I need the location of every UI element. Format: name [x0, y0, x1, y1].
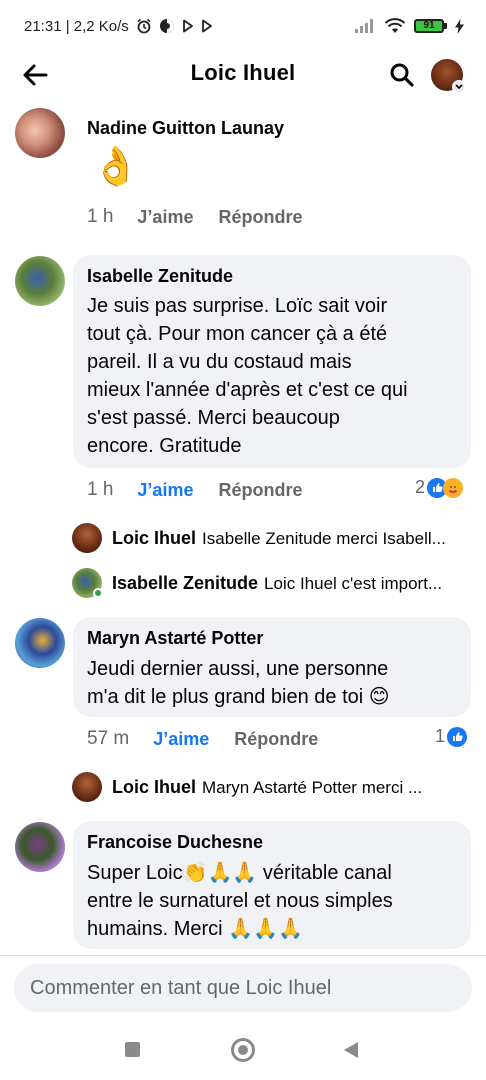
- like-reaction-icon: [447, 726, 468, 747]
- reaction-summary[interactable]: 1: [435, 726, 468, 747]
- avatar[interactable]: [15, 618, 65, 668]
- comment-time[interactable]: 1 h: [87, 479, 113, 501]
- comment-line: encore. Gratitude: [87, 435, 242, 457]
- comment-actions: 1 h J’aime Répondre: [87, 479, 302, 501]
- wifi-icon: [384, 18, 406, 34]
- comment-actions: 1 h J’aime Répondre: [87, 206, 302, 228]
- comment-author[interactable]: Francoise Duchesne: [87, 832, 263, 853]
- reply-button[interactable]: Répondre: [218, 480, 302, 501]
- ok-hand-emoji: 👌: [92, 146, 140, 188]
- recents-icon[interactable]: [125, 1042, 140, 1057]
- reply-author[interactable]: Loic Ihuel: [112, 777, 196, 798]
- comment-author[interactable]: Nadine Guitton Launay: [87, 118, 284, 139]
- home-icon[interactable]: [231, 1038, 255, 1062]
- status-time-speed: 21:31 | 2,2 Ko/s: [24, 17, 129, 35]
- comment-input[interactable]: Commenter en tant que Loic Ihuel: [14, 964, 472, 1012]
- comment-line: m'a dit le plus grand bien de toi 😊: [87, 686, 390, 708]
- comment-line: tout çà. Pour mon cancer çà a été: [87, 323, 388, 345]
- reply-button[interactable]: Répondre: [234, 729, 318, 750]
- comment-line: humains. Merci 🙏🙏🙏: [87, 918, 303, 940]
- status-bar: 21:31 | 2,2 Ko/s 91: [0, 0, 486, 52]
- reply-text: Maryn Astarté Potter merci ...: [202, 777, 423, 797]
- reply-preview[interactable]: Loic Ihuel Isabelle Zenitude merci Isabe…: [112, 528, 446, 549]
- comment-line: entre le surnaturel et nous simples: [87, 890, 393, 912]
- battery-level: 91: [414, 19, 444, 33]
- comment-text: Je suis pas surprise. Loïc sait voir tou…: [87, 292, 408, 460]
- reaction-summary[interactable]: 2: [415, 477, 464, 498]
- care-reaction-icon: [443, 477, 464, 498]
- comment-author[interactable]: Maryn Astarté Potter: [87, 628, 263, 649]
- like-button[interactable]: J’aime: [137, 480, 193, 501]
- avatar[interactable]: [15, 822, 65, 872]
- comment-time[interactable]: 57 m: [87, 728, 129, 750]
- reply-button[interactable]: Répondre: [218, 207, 302, 228]
- reply-author[interactable]: Isabelle Zenitude: [112, 573, 258, 594]
- comment-actions: 57 m J’aime Répondre: [87, 728, 318, 750]
- reaction-count: 2: [415, 477, 426, 497]
- comment-line: Jeudi dernier aussi, une personne: [87, 658, 389, 680]
- reply-preview[interactable]: Loic Ihuel Maryn Astarté Potter merci ..…: [112, 777, 422, 798]
- comment-text: Super Loic👏🙏🙏 véritable canal entre le s…: [87, 859, 393, 943]
- search-icon[interactable]: [386, 59, 418, 91]
- online-indicator: [93, 588, 103, 598]
- back-triangle-icon[interactable]: [344, 1042, 358, 1058]
- comment-line: Super Loic👏🙏🙏 véritable canal: [87, 862, 392, 884]
- play-icon: [201, 19, 213, 33]
- comment-line: mieux l'année d'après et c'est ce qui: [87, 379, 408, 401]
- system-nav-bar: [0, 1020, 486, 1080]
- app-header: Loic Ihuel: [0, 52, 486, 98]
- charging-icon: [455, 18, 464, 34]
- avatar[interactable]: [72, 772, 102, 802]
- reply-text: Isabelle Zenitude merci Isabell...: [202, 528, 446, 548]
- chevron-down-icon: [452, 80, 466, 94]
- profile-avatar[interactable]: [431, 59, 466, 94]
- reply-author[interactable]: Loic Ihuel: [112, 528, 196, 549]
- back-arrow-icon[interactable]: [18, 58, 52, 92]
- divider: [0, 955, 486, 956]
- comment-text: Jeudi dernier aussi, une personne m'a di…: [87, 655, 390, 711]
- avatar[interactable]: [15, 256, 65, 306]
- reply-preview[interactable]: Isabelle Zenitude Loic Ihuel c'est impor…: [112, 573, 442, 594]
- alarm-icon: [136, 18, 152, 34]
- like-button[interactable]: J’aime: [153, 729, 209, 750]
- signal-icon: [354, 18, 376, 34]
- play-icon: [182, 19, 194, 33]
- reply-text: Loic Ihuel c'est import...: [264, 573, 443, 593]
- avatar[interactable]: [72, 523, 102, 553]
- comment-line: pareil. Il a vu du costaud mais: [87, 351, 352, 373]
- battery-icon: 91: [414, 19, 447, 33]
- avatar[interactable]: [15, 108, 65, 158]
- comment-line: Je suis pas surprise. Loïc sait voir: [87, 295, 388, 317]
- comment-line: s'est passé. Merci beaucoup: [87, 407, 340, 429]
- like-button[interactable]: J’aime: [137, 207, 193, 228]
- comment-author[interactable]: Isabelle Zenitude: [87, 266, 233, 287]
- dark-app-icon: [159, 18, 175, 34]
- comment-time[interactable]: 1 h: [87, 206, 113, 228]
- reaction-count: 1: [435, 726, 446, 746]
